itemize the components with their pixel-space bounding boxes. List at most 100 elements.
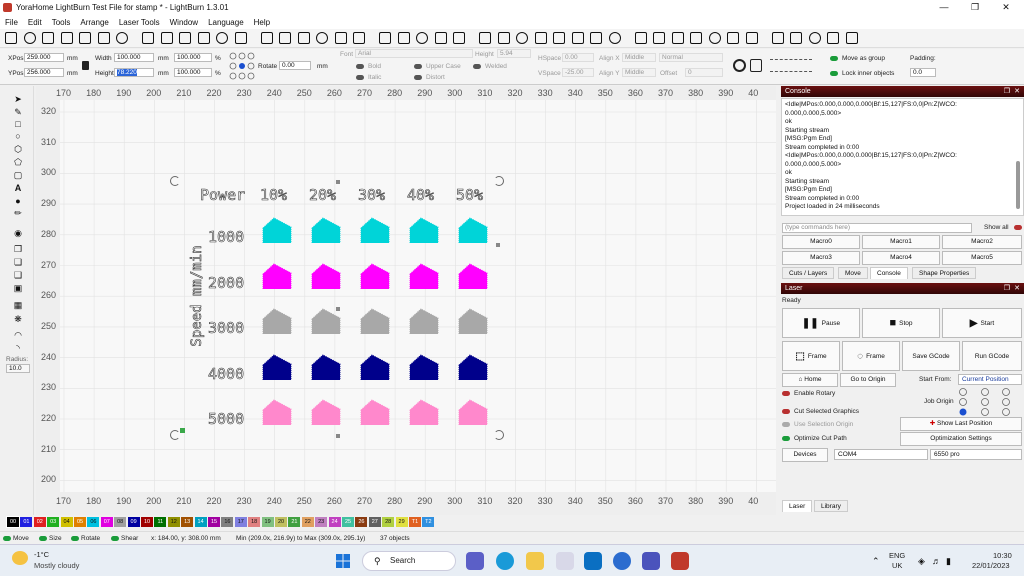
power-col-label[interactable]: 40%: [407, 186, 435, 205]
import-icon[interactable]: [116, 32, 128, 44]
center-icon[interactable]: [653, 32, 665, 44]
speed-row-label[interactable]: 1000: [208, 228, 245, 247]
polygon-icon[interactable]: ⬡: [12, 144, 24, 154]
mirror-v-icon[interactable]: [434, 32, 447, 44]
layer-color-swatch[interactable]: 27: [368, 517, 381, 527]
scale-handle-right[interactable]: [496, 243, 500, 247]
align-middle-icon[interactable]: [571, 32, 584, 44]
layer-color-swatch[interactable]: 07: [100, 517, 113, 527]
test-house-shape[interactable]: [408, 217, 440, 244]
ellipse-icon[interactable]: ○: [12, 131, 24, 141]
enable-rotary-toggle[interactable]: [782, 391, 790, 396]
speed-row-label[interactable]: 3000: [208, 319, 245, 338]
workspace-canvas[interactable]: 170 170 180 180 190 190 200 200 210 210 220 220 230 2…: [36, 86, 776, 516]
layer-color-swatch[interactable]: 19: [261, 517, 274, 527]
rotate-handle-tr[interactable]: [494, 176, 504, 186]
text-mode-select[interactable]: Normal: [659, 53, 723, 62]
store-icon[interactable]: [556, 552, 574, 570]
macro-button[interactable]: Macro0: [782, 235, 860, 249]
layer-color-swatch[interactable]: 29: [395, 517, 408, 527]
menu-window[interactable]: Window: [165, 18, 203, 27]
zoom-out-icon[interactable]: [279, 32, 291, 44]
distribute-v-icon[interactable]: [690, 32, 702, 44]
font-select[interactable]: Arial: [355, 49, 473, 58]
go-to-origin-button[interactable]: Go to Origin: [840, 373, 896, 387]
speed-row-label[interactable]: 5000: [208, 410, 245, 429]
layer-color-swatch[interactable]: 24: [328, 517, 341, 527]
save-file-icon[interactable]: [42, 32, 54, 44]
offset-input[interactable]: 0: [685, 68, 723, 77]
subtract-icon[interactable]: ❑: [12, 270, 24, 280]
test-house-shape[interactable]: [261, 354, 293, 381]
frame-circle-button[interactable]: ◌ Frame: [842, 341, 900, 371]
start-button[interactable]: ▶ Start: [942, 308, 1022, 338]
close-panel-icon[interactable]: ✕: [1014, 283, 1020, 294]
menu-tools[interactable]: Tools: [47, 18, 76, 27]
layer-color-swatch[interactable]: 15: [208, 517, 220, 527]
clock-date[interactable]: 22/01/2023: [972, 561, 1010, 570]
layer-color-swatch[interactable]: 06: [87, 517, 100, 527]
macro-button[interactable]: Macro5: [942, 251, 1022, 265]
distribute-h-icon[interactable]: [671, 32, 684, 44]
wifi-icon[interactable]: ◈: [918, 556, 925, 567]
trace-icon[interactable]: [397, 32, 410, 44]
group-icon[interactable]: [608, 32, 621, 44]
tab-library[interactable]: Library: [814, 500, 848, 512]
language-code[interactable]: ENG: [889, 551, 905, 560]
maximize-icon[interactable]: ❐: [960, 0, 990, 15]
weld-icon[interactable]: ❏: [12, 257, 24, 267]
measure-icon[interactable]: ✏: [12, 208, 24, 218]
save-gcode-button[interactable]: Save GCode: [902, 341, 960, 371]
dock-left-icon[interactable]: [745, 32, 758, 44]
close-icon[interactable]: ✕: [991, 0, 1021, 15]
corner-radius-icon[interactable]: ◝: [12, 343, 24, 353]
origin-selector[interactable]: [229, 52, 256, 80]
use-selection-origin-toggle[interactable]: [782, 422, 790, 427]
speed-row-label[interactable]: 2000: [208, 274, 245, 293]
italic-toggle[interactable]: [356, 75, 364, 80]
menu-laser-tools[interactable]: Laser Tools: [114, 18, 165, 27]
rotate-toggle[interactable]: [71, 536, 79, 541]
undo-icon[interactable]: [79, 32, 91, 44]
layer-color-swatch[interactable]: 04: [60, 517, 73, 527]
scale-handle-top[interactable]: [336, 180, 340, 184]
vspace-input[interactable]: -25.00: [562, 68, 594, 77]
boolean-icon[interactable]: ❐: [12, 244, 24, 254]
test-house-shape[interactable]: [408, 354, 440, 381]
size-width-icon[interactable]: [708, 32, 721, 44]
layer-color-swatch[interactable]: 14: [194, 517, 207, 527]
power-label[interactable]: Power: [200, 186, 246, 205]
align-bottom-icon[interactable]: [590, 32, 602, 44]
layer-color-swatch[interactable]: 01: [20, 517, 33, 527]
mirror-h-icon[interactable]: [416, 32, 428, 44]
test-house-shape[interactable]: [310, 308, 342, 335]
macro-button[interactable]: Macro4: [862, 251, 940, 265]
physical-origin-icon[interactable]: [845, 32, 858, 44]
macro-button[interactable]: Macro2: [942, 235, 1022, 249]
layer-color-swatch[interactable]: 17: [234, 517, 247, 527]
test-house-shape[interactable]: [408, 399, 440, 426]
device-select[interactable]: 6550 pro: [930, 449, 1022, 460]
test-house-shape[interactable]: [457, 217, 489, 244]
outlook-icon[interactable]: [584, 552, 602, 570]
position-pin-icon[interactable]: ●: [12, 196, 24, 206]
layer-color-swatch[interactable]: 21: [288, 517, 301, 527]
distort-toggle[interactable]: [414, 75, 422, 80]
move-laser-icon[interactable]: [827, 32, 839, 44]
bold-toggle[interactable]: [356, 64, 364, 69]
run-gcode-button[interactable]: Run GCode: [962, 341, 1022, 371]
frame-rect-button[interactable]: ⬚ Frame: [782, 341, 840, 371]
start-menu-icon[interactable]: [336, 554, 350, 568]
tab-icon[interactable]: ◠: [12, 330, 24, 340]
shear-toggle[interactable]: [111, 536, 119, 541]
align-x-select[interactable]: Middle: [622, 53, 656, 62]
width-input[interactable]: 100.000: [114, 53, 154, 62]
gear-icon[interactable]: [733, 59, 746, 72]
paste-icon[interactable]: [197, 32, 210, 44]
export-icon[interactable]: [142, 32, 154, 44]
layer-color-swatch[interactable]: 28: [382, 517, 395, 527]
layer-color-swatch[interactable]: 09: [127, 517, 140, 527]
file-explorer-icon[interactable]: [526, 552, 544, 570]
ungroup-icon[interactable]: [634, 32, 647, 44]
search-app-icon[interactable]: [613, 552, 631, 570]
